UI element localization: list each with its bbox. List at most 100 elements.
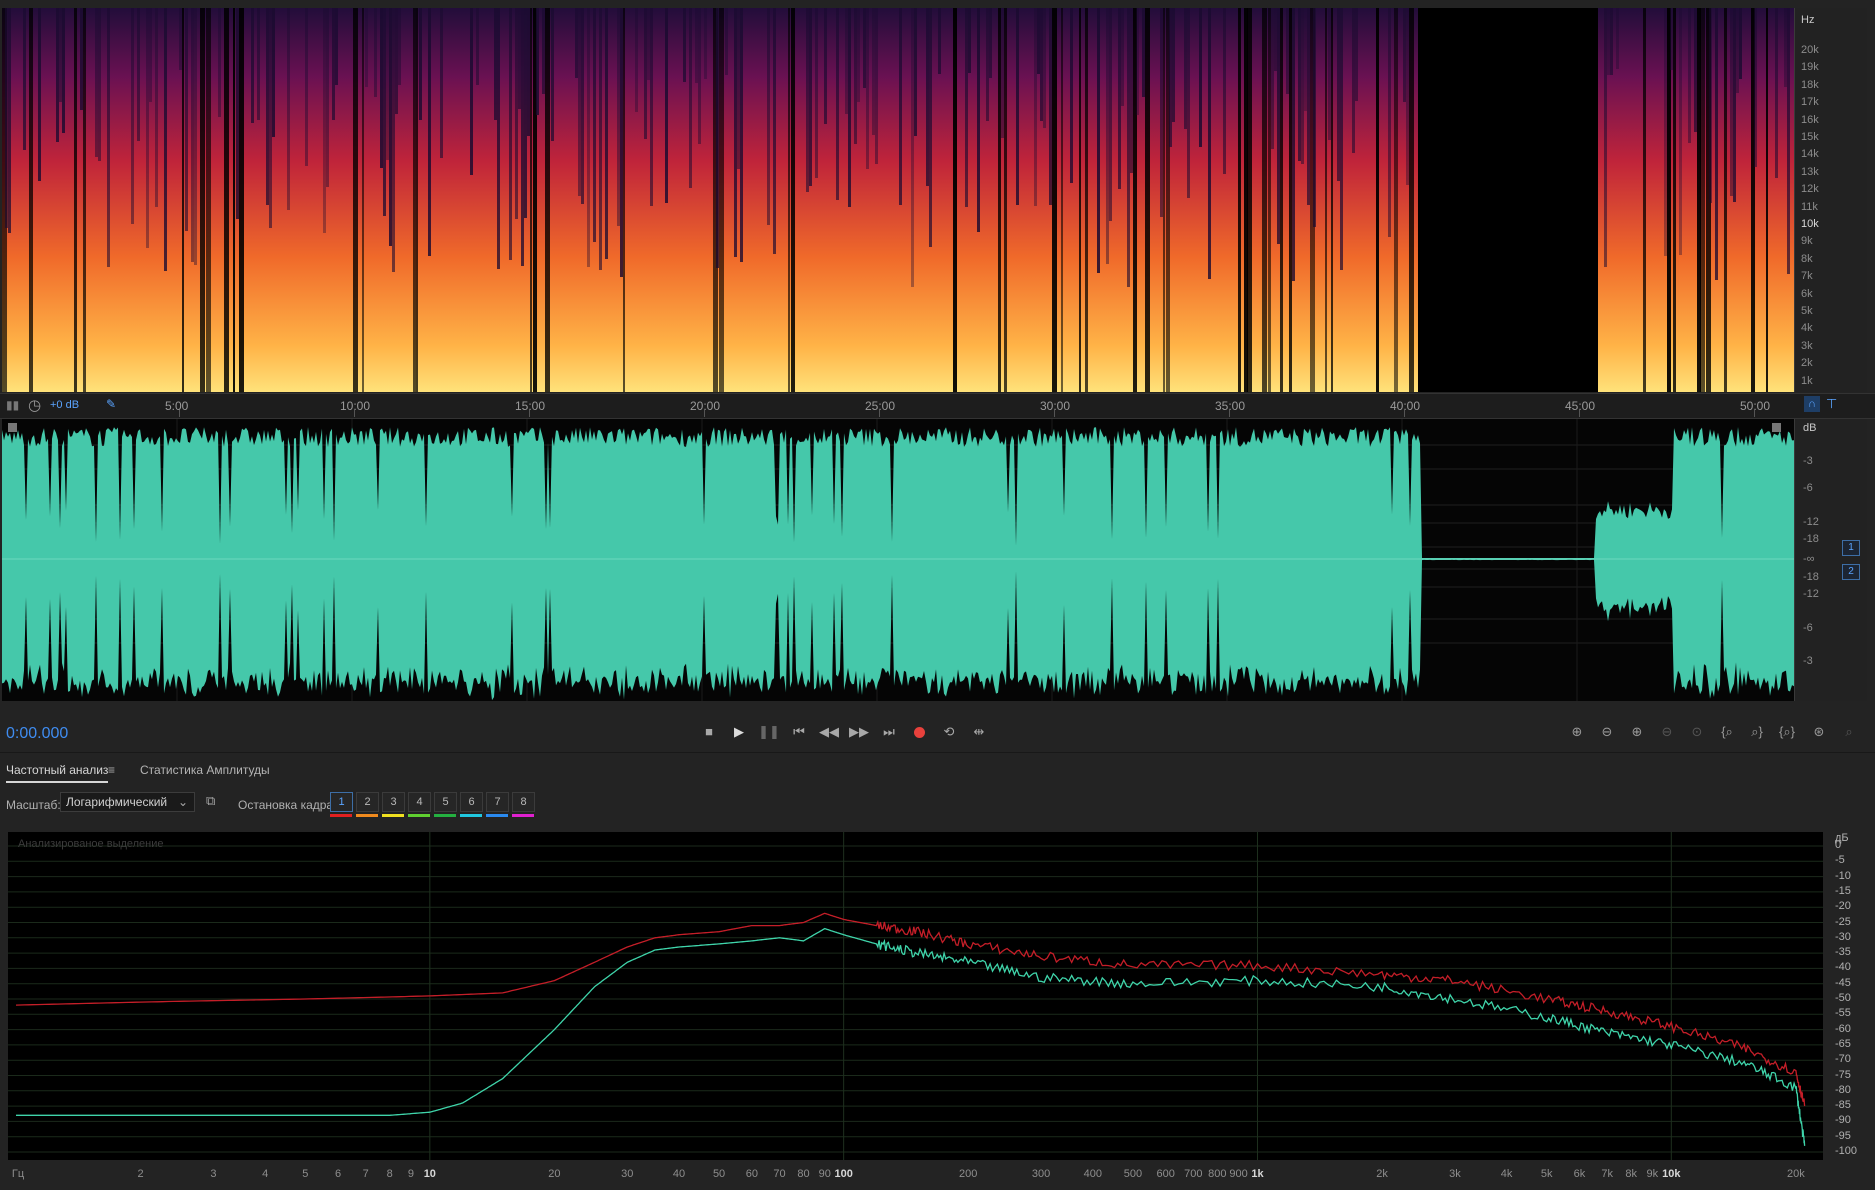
hz-axis-label: 900 <box>1229 1168 1248 1180</box>
freeze-frame-color <box>356 814 378 817</box>
freeze-frame-button-3[interactable]: 3 <box>382 792 405 812</box>
hz-axis-label: 90 <box>818 1168 831 1180</box>
zoom-out-amplitude-icon[interactable]: ⊖ <box>1596 722 1618 742</box>
time-label: 40:00 <box>1390 399 1421 413</box>
freeze-frame-button-4[interactable]: 4 <box>408 792 431 812</box>
hz-axis-label: 10k <box>1662 1168 1681 1180</box>
time-ruler[interactable]: ▮▮ ◷ +0 dB ✎ 5:00 10:00 15:00 20:00 25:00 30:… <box>0 393 1875 419</box>
freeze-frame-button-2[interactable]: 2 <box>356 792 379 812</box>
frequency-db-axis: дБ 0 -5 -10 -15 -20 -25 -30 -35 -40 -45 -50 -55 -60 -6… <box>1823 832 1875 1160</box>
pin-icon[interactable]: ✎ <box>106 397 116 411</box>
zoom-clip-icon[interactable]: ⌕ <box>1838 722 1860 742</box>
gain-readout[interactable]: +0 dB <box>50 399 79 411</box>
marker-icon[interactable]: ⊤ <box>1826 396 1837 412</box>
record-dot <box>913 727 925 739</box>
db-tick-label: -12 <box>1803 516 1819 528</box>
zoom-in-right-icon[interactable]: ⌕} <box>1746 722 1768 742</box>
hz-tick-label: 1k <box>1801 374 1813 387</box>
zoom-reset-icon[interactable]: ⊛ <box>1808 722 1830 742</box>
freeze-frame-color <box>382 814 404 817</box>
hz-axis-label: 7 <box>362 1168 369 1180</box>
waveform-display[interactable] <box>2 419 1794 701</box>
hz-tick-label: 9k <box>1801 235 1813 248</box>
hz-axis-label: 5 <box>302 1168 309 1180</box>
time-label: 35:00 <box>1215 399 1246 413</box>
db-tick-label: -6 <box>1803 482 1813 494</box>
db-axis-label: -50 <box>1835 992 1851 1004</box>
hz-axis-label: 1k <box>1251 1168 1264 1180</box>
rewind-icon[interactable]: ◀◀ <box>818 722 840 742</box>
frequency-analysis-graph[interactable] <box>8 832 1823 1160</box>
freeze-frame-button-6[interactable]: 6 <box>460 792 483 812</box>
hz-axis-label: 8 <box>386 1168 393 1180</box>
loop-icon[interactable]: ⟲ <box>938 722 960 742</box>
frequency-hz-axis: Гц 2 3 4 5 6 7 8 9 10 20 30 40 50 60 70 80 90 100 200 300 400… <box>8 1160 1823 1190</box>
hz-tick-label: 10k <box>1801 218 1819 230</box>
zoom-selection-icon[interactable]: ⊙ <box>1686 722 1708 742</box>
hz-tick-label: 7k <box>1801 270 1813 283</box>
time-tick <box>179 410 180 417</box>
db-axis-label: -55 <box>1835 1007 1851 1020</box>
time-tick <box>1229 410 1230 417</box>
hz-axis-label: 6k <box>1573 1168 1586 1180</box>
spectral-frequency-display[interactable] <box>2 8 1794 392</box>
time-tick <box>879 410 880 417</box>
hz-axis-label: 80 <box>797 1168 810 1180</box>
hz-axis-label: 6 <box>334 1168 342 1180</box>
time-tick <box>704 410 705 417</box>
fast-forward-icon[interactable]: ▶▶ <box>848 722 870 742</box>
zoom-in-time-icon[interactable]: ⊕ <box>1626 722 1648 742</box>
time-tick <box>529 410 530 417</box>
tab-frequency-analysis[interactable]: Частотный анализ <box>6 763 109 783</box>
freeze-frame-button-8[interactable]: 8 <box>512 792 535 812</box>
headphones-icon[interactable]: ∩ <box>1804 396 1820 412</box>
stop-icon[interactable]: ■ <box>698 722 720 742</box>
freeze-frame-button-5[interactable]: 5 <box>434 792 457 812</box>
record-icon[interactable] <box>908 722 930 742</box>
pause-icon[interactable]: ❚❚ <box>758 722 780 742</box>
freeze-frame-button-7[interactable]: 7 <box>486 792 509 812</box>
db-axis-label: -85 <box>1835 1099 1851 1112</box>
hz-axis-label: 400 <box>1083 1168 1102 1180</box>
hz-tick-label: 6k <box>1801 287 1813 300</box>
hz-tick-label: 19k <box>1801 61 1819 74</box>
hz-axis-label: 4k <box>1500 1168 1513 1180</box>
skip-selection-icon[interactable]: ⇹ <box>968 722 990 742</box>
go-to-start-icon[interactable]: ⏮ <box>788 722 810 742</box>
zoom-in-amplitude-icon[interactable]: ⊕ <box>1566 722 1588 742</box>
freeze-frame-color <box>434 814 456 817</box>
gain-knob-icon[interactable]: ◷ <box>28 396 41 414</box>
hz-axis-label: 5k <box>1540 1168 1553 1180</box>
db-unit-label: dB <box>1803 422 1817 434</box>
db-tick-label: -18 <box>1803 571 1819 583</box>
hz-tick-label: 14k <box>1801 148 1819 161</box>
zoom-out-full-icon[interactable]: {⌕} <box>1776 722 1798 742</box>
chevron-down-icon: ⌄ <box>177 795 188 809</box>
scale-dropdown[interactable]: Логарифмический ⌄ <box>60 792 195 812</box>
tab-menu-icon[interactable]: ≡ <box>108 763 115 777</box>
freeze-frame-color <box>512 814 534 817</box>
hz-axis-label: 100 <box>834 1168 853 1180</box>
freeze-frame-label: Остановка кадра: <box>238 798 337 812</box>
zoom-in-left-icon[interactable]: {⌕ <box>1716 722 1738 742</box>
amplitude-ruler: dB -3 -6 -12 -18 -∞ -18 -12 -6 -3 1 2 <box>1794 419 1867 701</box>
hz-axis-label: 20 <box>548 1168 561 1180</box>
zoom-out-time-icon[interactable]: ⊖ <box>1656 722 1678 742</box>
copy-image-icon[interactable]: ⧉ <box>206 793 215 809</box>
level-meter-icon[interactable]: ▮▮ <box>6 398 19 412</box>
hz-unit-label: Hz <box>1801 14 1815 26</box>
current-time-display[interactable]: 0:00.000 <box>6 725 68 743</box>
play-icon[interactable]: ▶ <box>728 722 750 742</box>
channel-2-toggle[interactable]: 2 <box>1842 564 1860 580</box>
db-axis-label: -5 <box>1835 854 1845 867</box>
hz-tick-label: 4k <box>1801 322 1813 335</box>
hz-axis-label: 30 <box>621 1168 634 1180</box>
channel-1-toggle[interactable]: 1 <box>1842 540 1860 556</box>
freeze-frame-button-1[interactable]: 1 <box>330 792 353 812</box>
go-to-end-icon[interactable]: ⏭ <box>878 722 900 742</box>
tab-amplitude-statistics[interactable]: Статистика Амплитуды <box>140 763 270 777</box>
hz-axis-label: 9k <box>1646 1168 1659 1180</box>
db-axis-label: -65 <box>1835 1037 1851 1050</box>
hz-axis-label: 20k <box>1786 1168 1805 1180</box>
hz-axis-label: 2 <box>137 1168 144 1180</box>
